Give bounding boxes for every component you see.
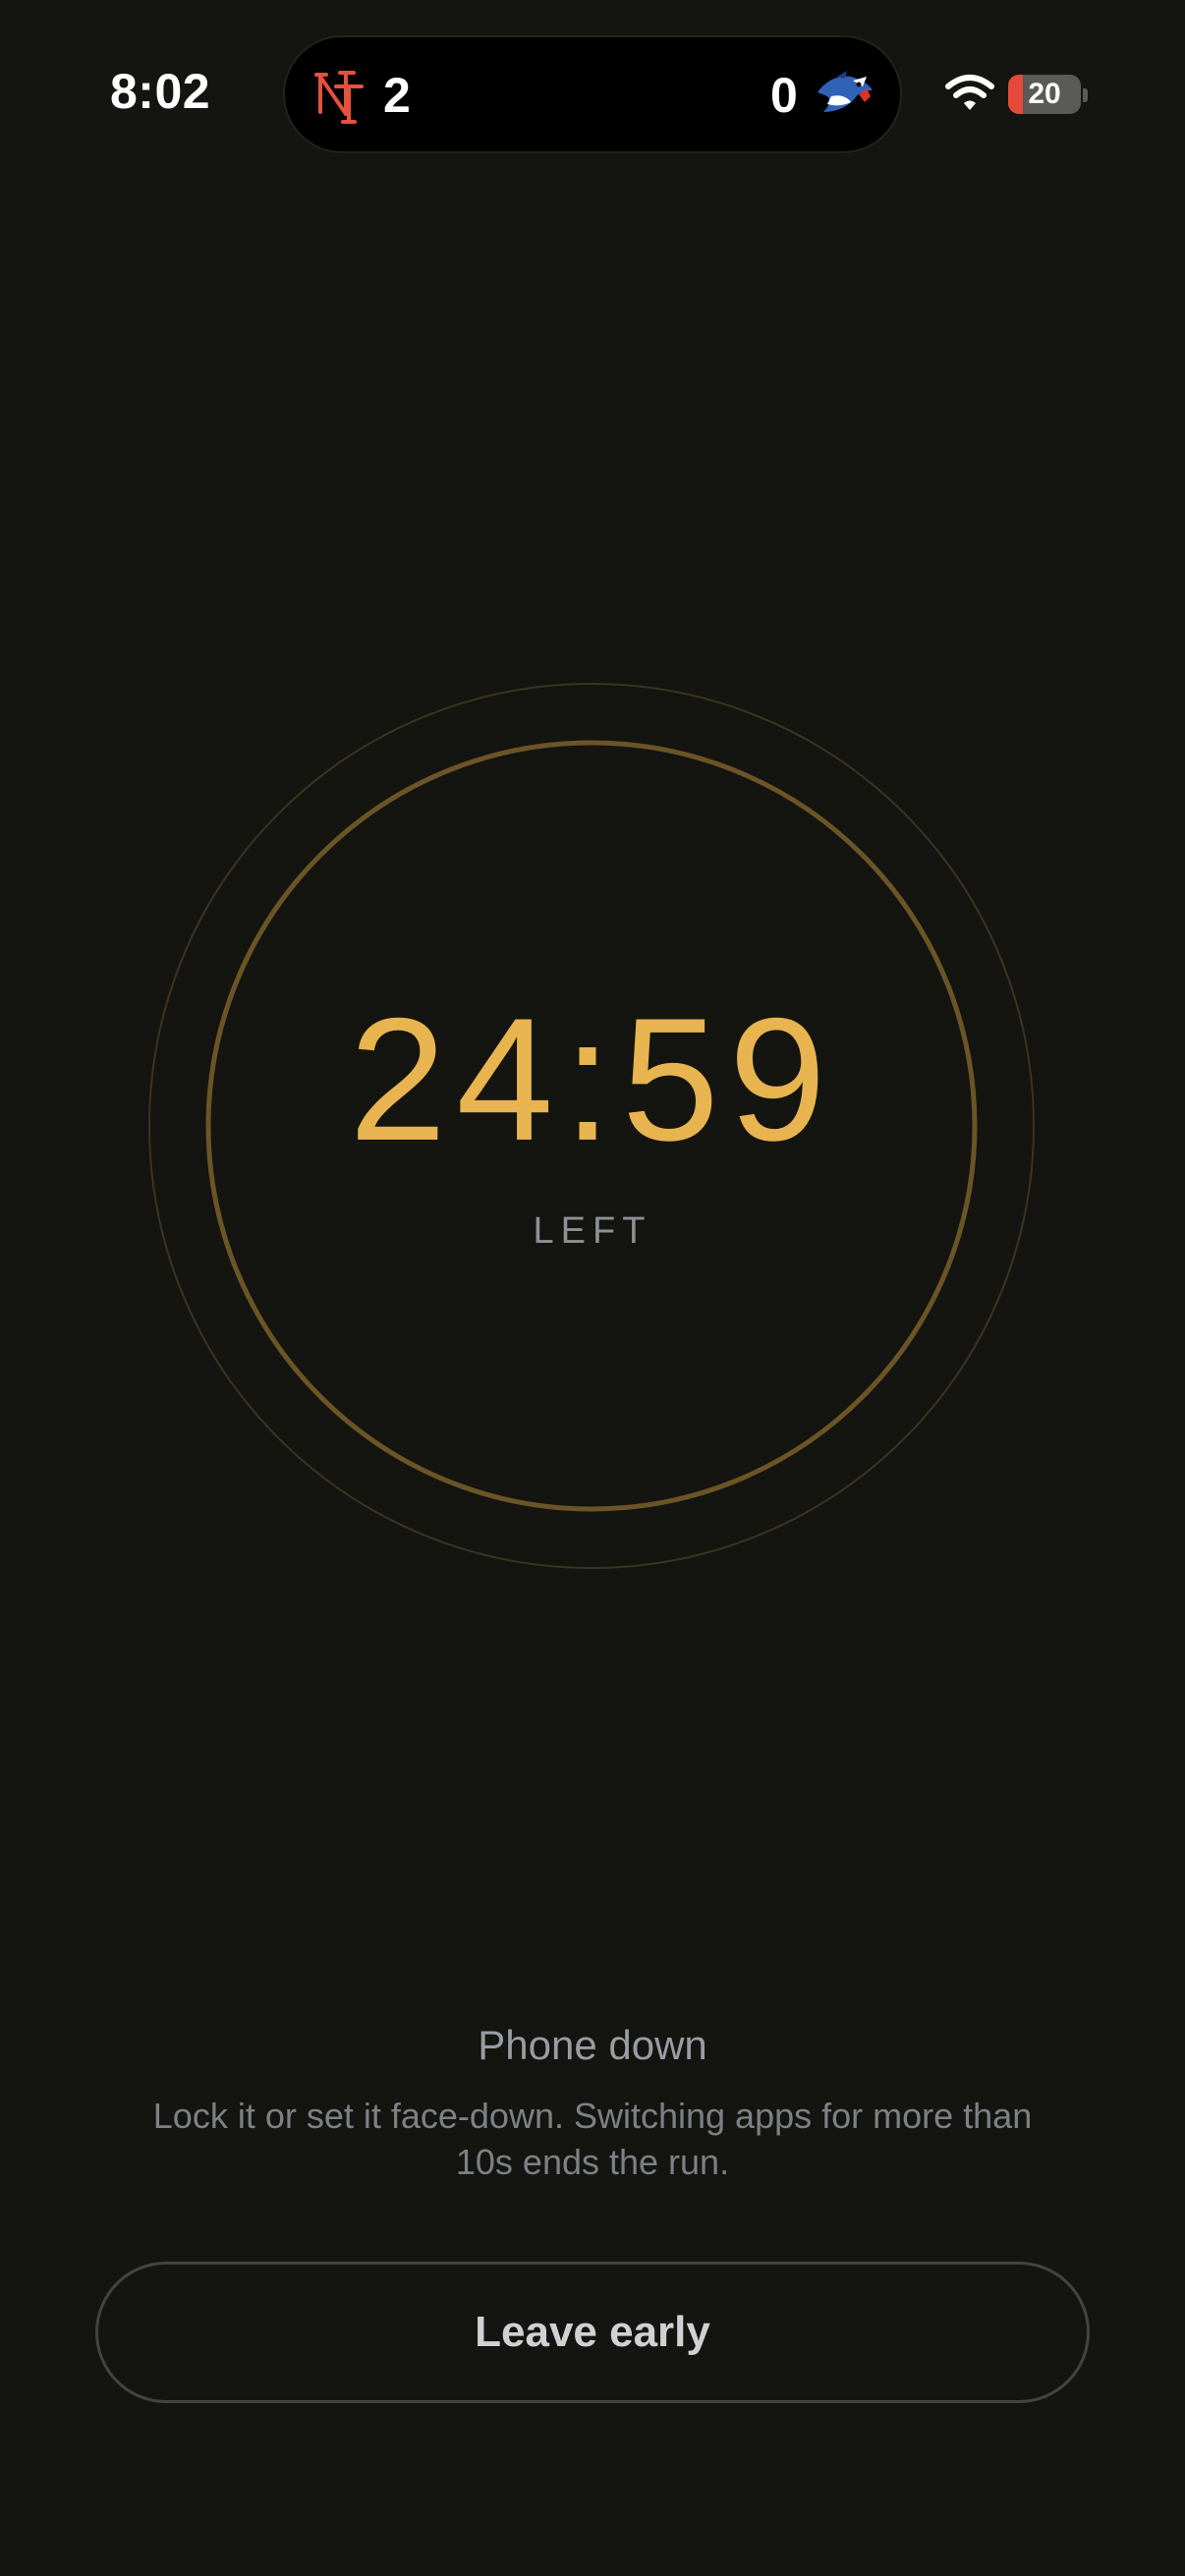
info-description: Lock it or set it face-down. Switching a…	[152, 2096, 1033, 2182]
timer-ring	[148, 683, 1035, 1569]
leave-early-button[interactable]: Leave early	[95, 2262, 1090, 2403]
focus-timer-screen: 8:02 2 0 20 24:59 LEFT Phone down Lock i…	[0, 0, 1185, 2576]
countdown-timer: 24:59	[349, 981, 836, 1177]
info-title: Phone down	[478, 2022, 707, 2068]
timer-caption: LEFT	[533, 1210, 652, 1252]
